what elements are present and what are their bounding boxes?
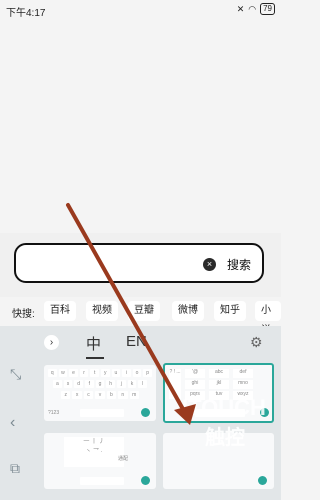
- mini-space: [80, 477, 124, 485]
- quick-chip-douban[interactable]: 豆瓣: [128, 301, 160, 321]
- active-tab-indicator: [86, 357, 104, 359]
- t9-key: mno: [233, 380, 253, 389]
- status-icons: ✕ ◠ 79: [237, 3, 275, 15]
- mini-enter-key: [258, 476, 267, 485]
- stroke-keys: 一 丨 丿丶 乛 ·: [64, 437, 124, 467]
- t9-key: abc: [209, 369, 229, 378]
- mini-key: v: [95, 391, 105, 399]
- chevron-right-icon[interactable]: ›: [44, 335, 59, 350]
- mini-key: u: [111, 369, 121, 377]
- mini-key: o: [132, 369, 142, 377]
- tab-english[interactable]: EN: [126, 333, 147, 350]
- mini-key: k: [127, 380, 137, 388]
- wifi-icon: ◠: [248, 3, 257, 14]
- mini-enter-key: [141, 476, 150, 485]
- tab-chinese[interactable]: 中: [86, 333, 101, 354]
- battery-icon: 79: [260, 3, 275, 15]
- resize-icon[interactable]: ⤡: [10, 366, 21, 383]
- mini-key: e: [69, 369, 78, 377]
- mini-key: l: [138, 380, 148, 388]
- watermark-text: ITOUCH: [182, 395, 266, 420]
- mini-key: y: [100, 369, 110, 377]
- mini-key: w: [58, 369, 68, 377]
- mini-key: q: [48, 369, 57, 377]
- quick-chip-baike[interactable]: 百科: [44, 301, 76, 321]
- t9-symbol-column: ? ! ...: [169, 369, 181, 399]
- mini-space: [80, 409, 124, 417]
- layout-stroke[interactable]: 一 丨 丿丶 乛 · 通配: [44, 433, 156, 489]
- t9-key: jkl: [209, 380, 229, 389]
- status-bar: 下午4:17 ✕ ◠ 79: [0, 0, 281, 20]
- mini-key: p: [143, 369, 152, 377]
- watermark-subtext: 触控: [205, 427, 245, 449]
- mini-key: z: [61, 391, 71, 399]
- quick-search-label: 快搜:: [12, 309, 35, 320]
- clear-icon[interactable]: ×: [203, 258, 216, 271]
- signal-icon: ✕: [236, 3, 245, 14]
- t9-key: def: [233, 369, 253, 378]
- mini-key: f: [85, 380, 94, 388]
- num-key-label: ?123: [48, 410, 60, 416]
- chevron-left-icon[interactable]: ‹: [10, 414, 15, 432]
- mini-key: b: [106, 391, 117, 399]
- wildcard-key-label: 通配: [118, 456, 129, 462]
- layout-qwerty[interactable]: qwertyuiop asdfghjkl zxcvbnm ?123: [44, 365, 156, 421]
- mini-key: c: [83, 391, 94, 399]
- mini-key: g: [95, 380, 105, 388]
- mini-enter-key: [141, 408, 150, 417]
- mini-key: s: [63, 380, 73, 388]
- quick-chip-novel[interactable]: 小说: [255, 301, 281, 336]
- mini-key: i: [122, 369, 131, 377]
- float-icon[interactable]: ⧉: [10, 460, 20, 477]
- gear-icon[interactable]: ⚙: [250, 334, 263, 351]
- mini-key: h: [106, 380, 116, 388]
- mini-key: a: [53, 380, 62, 388]
- mini-key: j: [117, 380, 126, 388]
- blank-content-area: [0, 20, 281, 233]
- search-button[interactable]: 搜索: [227, 256, 251, 273]
- mini-key: d: [74, 380, 84, 388]
- t9-key: ghi: [185, 380, 205, 389]
- quick-search-bar: 快搜: 百科 视频 豆瓣 微博 知乎 小说: [0, 298, 281, 336]
- mini-key: m: [129, 391, 139, 399]
- keyboard-sidebar: ⤡ ‹ ⧉: [0, 326, 38, 500]
- mini-key: r: [79, 369, 89, 377]
- quick-chip-video[interactable]: 视频: [86, 301, 118, 321]
- mini-key: n: [118, 391, 128, 399]
- mini-key: x: [72, 391, 82, 399]
- mini-key: t: [90, 369, 99, 377]
- quick-chip-zhihu[interactable]: 知乎: [214, 301, 246, 321]
- t9-key: '@: [185, 369, 205, 378]
- quick-chip-weibo[interactable]: 微博: [172, 301, 204, 321]
- status-time: 下午4:17: [6, 8, 46, 19]
